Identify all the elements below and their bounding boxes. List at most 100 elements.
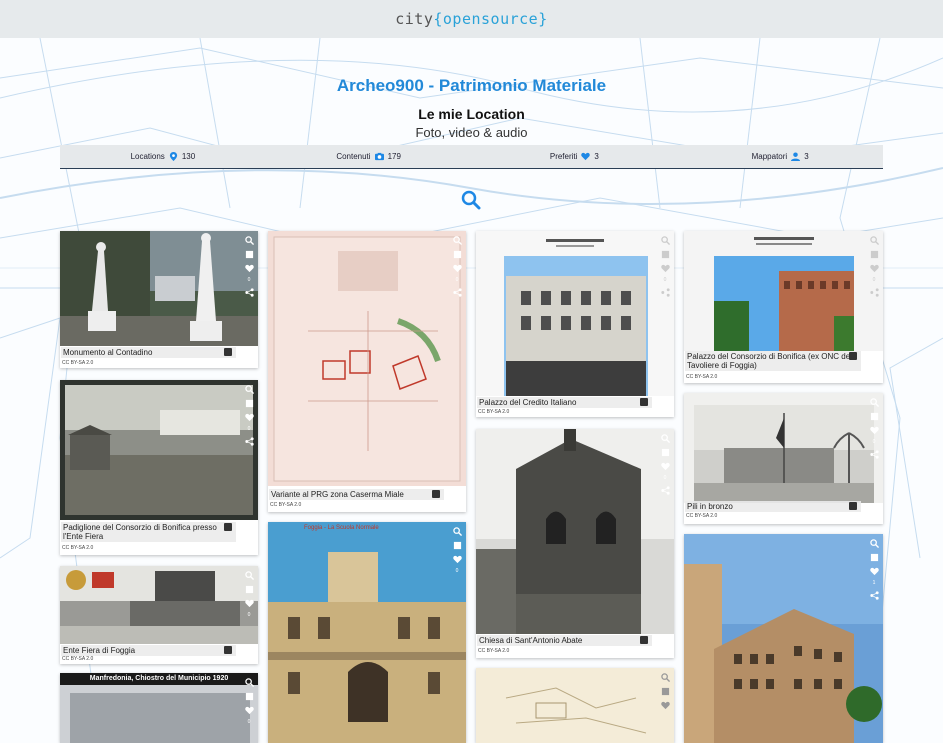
heart-icon[interactable] [660, 462, 670, 471]
zoom-icon[interactable] [869, 539, 879, 548]
photo [684, 231, 883, 351]
location-card[interactable]: 0 Ente Fiera di Foggia CC BY-SA 2.0 [60, 566, 258, 664]
location-card[interactable] [476, 668, 674, 743]
stat-mappers[interactable]: Mappatori 3 [677, 152, 883, 161]
share-icon[interactable] [869, 591, 879, 600]
zoom-icon[interactable] [660, 236, 670, 245]
brand-opensource[interactable]: {opensource} [433, 10, 547, 28]
heart-icon[interactable] [660, 264, 670, 273]
user-icon [791, 152, 801, 161]
zoom-icon[interactable] [452, 527, 462, 536]
zoom-icon[interactable] [452, 236, 462, 245]
map-icon[interactable] [640, 636, 648, 644]
share-icon[interactable] [869, 450, 879, 459]
content-icon[interactable] [661, 687, 670, 696]
location-card[interactable]: 0 Chiesa di Sant'Antonio Abate CC BY-SA … [476, 429, 674, 658]
heart-icon[interactable] [452, 264, 462, 273]
section-title: Le mie Location [418, 106, 525, 122]
content-icon[interactable] [245, 399, 254, 408]
brand-city[interactable]: city [395, 10, 433, 28]
map-icon[interactable] [640, 398, 648, 406]
favorite-count: 0 [247, 277, 251, 283]
location-card[interactable]: 0 Palazzo del Credito Italiano CC BY-SA … [476, 231, 674, 417]
license: CC BY-SA 2.0 [270, 502, 302, 508]
share-icon[interactable] [660, 288, 670, 297]
share-icon[interactable] [452, 288, 462, 297]
map-icon[interactable] [432, 490, 440, 498]
license: CC BY-SA 2.0 [62, 545, 94, 551]
stat-favorites[interactable]: Preferiti 3 [472, 152, 678, 161]
location-card[interactable]: 0 Variante al PRG zona Caserma Miale CC … [268, 231, 466, 512]
zoom-icon[interactable] [244, 678, 254, 687]
location-card[interactable]: 1 [684, 534, 883, 743]
search-icon[interactable] [461, 190, 481, 210]
content-icon[interactable] [661, 250, 670, 259]
map-icon[interactable] [224, 646, 232, 654]
content-icon[interactable] [245, 250, 254, 259]
content-icon[interactable] [453, 541, 462, 550]
content-icon[interactable] [870, 412, 879, 421]
page-title[interactable]: Archeo900 - Patrimonio Materiale [0, 76, 943, 96]
card-actions: 0 [451, 236, 463, 297]
map-icon[interactable] [224, 348, 232, 356]
location-card[interactable]: Foggia - La Scuola Normale 0 [268, 522, 466, 743]
zoom-icon[interactable] [660, 673, 670, 682]
content-icon[interactable] [870, 553, 879, 562]
photo [684, 534, 883, 743]
content-icon[interactable] [870, 250, 879, 259]
location-card[interactable]: 0 Palazzo del Consorzio di Bonifica (ex … [684, 231, 883, 383]
content-icon[interactable] [453, 250, 462, 259]
favorite-count: 0 [663, 277, 667, 283]
share-icon[interactable] [660, 486, 670, 495]
share-icon[interactable] [244, 437, 254, 446]
zoom-icon[interactable] [660, 434, 670, 443]
card-actions: 0 [868, 398, 880, 459]
zoom-icon[interactable] [869, 236, 879, 245]
card-caption: Monumento al Contadino [61, 347, 236, 358]
zoom-icon[interactable] [244, 236, 254, 245]
heart-icon[interactable] [452, 555, 462, 564]
map-icon[interactable] [849, 502, 857, 510]
stat-label: Contenuti [336, 152, 371, 161]
heart-icon[interactable] [244, 706, 254, 715]
share-icon[interactable] [244, 288, 254, 297]
heart-icon[interactable] [244, 264, 254, 273]
location-card[interactable]: 0 Monumento al Contadino CC BY-SA 2.0 [60, 231, 258, 368]
map-pin-icon [169, 152, 177, 161]
location-card[interactable]: 0 Padiglione del Consorzio di Bonifica p… [60, 380, 258, 555]
stat-contents[interactable]: Contenuti 179 [266, 152, 472, 161]
favorite-count: 0 [872, 277, 876, 283]
map-icon[interactable] [849, 352, 857, 360]
map-icon[interactable] [224, 523, 232, 531]
app-header: city {opensource} [0, 0, 943, 38]
heart-icon[interactable] [869, 264, 879, 273]
zoom-icon[interactable] [869, 398, 879, 407]
zoom-icon[interactable] [244, 571, 254, 580]
heart-icon[interactable] [244, 599, 254, 608]
license: CC BY-SA 2.0 [478, 409, 510, 415]
zoom-icon[interactable] [244, 385, 254, 394]
content-icon[interactable] [245, 692, 254, 701]
card-actions: 0 [243, 571, 255, 618]
photo [60, 566, 258, 644]
stat-value: 130 [181, 152, 196, 161]
heart-icon[interactable] [869, 567, 879, 576]
location-card[interactable]: 0 Pili in bronzo CC BY-SA 2.0 [684, 393, 883, 524]
content-icon[interactable] [245, 585, 254, 594]
photo [476, 231, 674, 396]
card-caption: Variante al PRG zona Caserma Miale [269, 489, 444, 500]
location-card[interactable]: Manfredonia, Chiostro del Municipio 1920… [60, 673, 258, 743]
heart-icon[interactable] [244, 413, 254, 422]
card-actions: 0 [451, 527, 463, 574]
camera-icon [374, 152, 384, 161]
heart-icon[interactable] [660, 701, 670, 710]
license: CC BY-SA 2.0 [478, 648, 510, 654]
stat-locations[interactable]: Locations 130 [60, 152, 266, 161]
photo [268, 231, 466, 486]
card-actions: 0 [243, 385, 255, 446]
heart-icon[interactable] [869, 426, 879, 435]
share-icon[interactable] [869, 288, 879, 297]
stat-label: Mappatori [751, 152, 788, 161]
content-icon[interactable] [661, 448, 670, 457]
stat-value: 179 [387, 152, 401, 161]
